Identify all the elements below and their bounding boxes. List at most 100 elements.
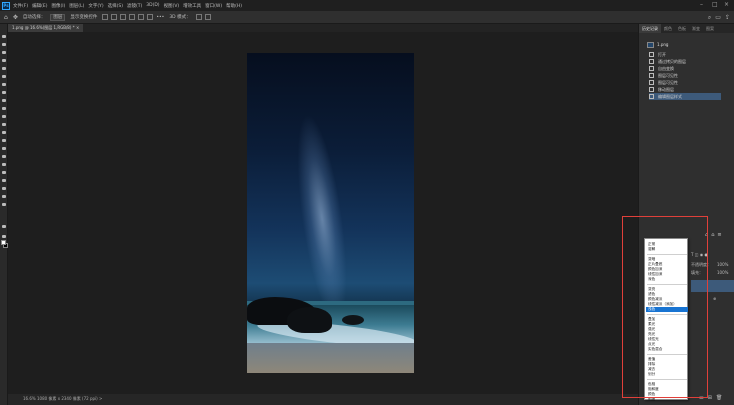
history-item[interactable]: 自由变换	[649, 65, 721, 72]
menu-image[interactable]: 图像(I)	[51, 3, 65, 9]
history-state-icon	[649, 94, 654, 99]
3d-mode-label: 3D 模式：	[169, 15, 191, 20]
home-icon[interactable]: ⌂	[4, 14, 8, 21]
history-state-icon	[649, 59, 654, 64]
lasso-tool-icon[interactable]	[1, 50, 7, 55]
align-right-icon[interactable]	[120, 14, 127, 20]
search-icon[interactable]: ⌕	[708, 14, 711, 22]
move-tool-icon[interactable]	[1, 34, 7, 39]
history-state-icon	[649, 73, 654, 78]
history-state-icon	[649, 66, 654, 71]
quick-mask-icon[interactable]	[1, 224, 7, 229]
canvas-image[interactable]	[247, 53, 414, 373]
menu-bar: Ps 文件(F) 编辑(E) 图像(I) 图层(L) 文字(Y) 选择(S) 滤…	[0, 0, 734, 11]
options-right: ⌕ ▭ ⇪	[708, 14, 730, 22]
workspace-icon[interactable]: ▭	[715, 14, 721, 22]
panel-menu-icon[interactable]: ≡	[717, 232, 721, 238]
menu-3d[interactable]: 3D(D)	[146, 3, 159, 8]
eyedropper-tool-icon[interactable]	[1, 82, 7, 87]
auto-select-label[interactable]: 自动选择：	[23, 14, 46, 20]
history-item[interactable]: 移动图层	[649, 86, 721, 93]
history-state-icon	[649, 52, 654, 57]
more-options-button[interactable]: •••	[156, 15, 164, 20]
history-brush-tool-icon[interactable]	[1, 114, 7, 119]
history-item[interactable]: 图层可见性	[649, 72, 721, 79]
tools-panel	[0, 24, 8, 405]
move-tool-icon[interactable]: ✥	[13, 14, 18, 21]
3d-orbit-icon[interactable]	[195, 14, 202, 20]
align-bottom-icon[interactable]	[147, 14, 154, 20]
menu-type[interactable]: 文字(Y)	[88, 3, 103, 9]
align-center-icon[interactable]	[111, 14, 118, 20]
fill-value[interactable]: 100%	[717, 270, 728, 275]
history-state-icon	[649, 87, 654, 92]
history-item[interactable]: 通过拷贝的图层	[649, 58, 721, 65]
snapshot-label: 1.png	[657, 42, 669, 47]
menu-window[interactable]: 窗口(W)	[205, 3, 222, 9]
align-left-icon[interactable]	[102, 14, 109, 20]
canvas-area[interactable]	[8, 32, 638, 394]
close-tab-icon[interactable]: ×	[76, 25, 79, 30]
type-tool-icon[interactable]	[1, 162, 7, 167]
tab-history[interactable]: 历史记录	[639, 24, 661, 33]
menu-file[interactable]: 文件(F)	[13, 3, 28, 9]
show-transform-checkbox[interactable]: 显示变换控件	[70, 14, 97, 20]
history-item[interactable]: 图层可见性	[649, 79, 721, 86]
menu-filter[interactable]: 滤镜(T)	[127, 3, 142, 9]
menu-edit[interactable]: 编辑(E)	[32, 3, 47, 9]
auto-select-dropdown[interactable]: 图层	[50, 13, 66, 21]
foreground-color-swatch[interactable]	[1, 240, 6, 245]
tab-swatches[interactable]: 色板	[675, 26, 689, 32]
close-window-button[interactable]: ×	[724, 1, 729, 8]
document-tab[interactable]: 1.png @ 16.6%(图层 1,RGB/8) * ×	[8, 24, 84, 32]
dodge-tool-icon[interactable]	[1, 146, 7, 151]
maximize-button[interactable]: □	[712, 1, 718, 8]
align-middle-icon[interactable]	[138, 14, 145, 20]
marquee-tool-icon[interactable]	[1, 42, 7, 47]
hand-tool-icon[interactable]	[1, 186, 7, 191]
snapshot-thumbnail	[647, 41, 654, 48]
eraser-tool-icon[interactable]	[1, 122, 7, 127]
more-tools-icon[interactable]	[1, 202, 7, 207]
photoshop-logo: Ps	[2, 1, 10, 10]
menu-help[interactable]: 帮助(H)	[226, 3, 242, 9]
pen-tool-icon[interactable]	[1, 154, 7, 159]
gradient-tool-icon[interactable]	[1, 130, 7, 135]
crop-tool-icon[interactable]	[1, 66, 7, 71]
brush-tool-icon[interactable]	[1, 98, 7, 103]
share-icon[interactable]: ⇪	[725, 14, 730, 22]
minimize-button[interactable]: –	[700, 1, 703, 8]
tab-gradients[interactable]: 渐变	[689, 26, 703, 32]
delete-layer-icon[interactable]: 🗑	[716, 395, 722, 401]
menu-layer[interactable]: 图层(L)	[69, 3, 84, 9]
healing-tool-icon[interactable]	[1, 90, 7, 95]
layer-effects-icon[interactable]: ⊕	[713, 296, 716, 301]
history-item[interactable]: 打开	[649, 51, 721, 58]
shape-tool-icon[interactable]	[1, 178, 7, 183]
panel-tabs: 历史记录 颜色 色板 渐变 图案	[639, 24, 734, 33]
tab-patterns[interactable]: 图案	[703, 26, 717, 32]
stamp-tool-icon[interactable]	[1, 106, 7, 111]
tab-color[interactable]: 颜色	[661, 26, 675, 32]
menu-view[interactable]: 视图(V)	[164, 3, 180, 9]
milky-way	[287, 111, 357, 325]
zoom-tool-icon[interactable]	[1, 194, 7, 199]
history-item-selected[interactable]: 编辑图层样式	[649, 93, 721, 100]
screen-mode-icon[interactable]	[1, 234, 7, 239]
3d-pan-icon[interactable]	[204, 14, 211, 20]
status-text[interactable]: 16.6% 1080 像素 x 2340 像素 (72 ppi) >	[23, 396, 102, 402]
menu-select[interactable]: 选择(S)	[108, 3, 123, 9]
options-bar: ⌂ ✥ 自动选择： 图层 显示变换控件 ••• 3D 模式： ⌕ ▭ ⇪	[0, 11, 734, 24]
blur-tool-icon[interactable]	[1, 138, 7, 143]
history-snapshot[interactable]: 1.png	[647, 41, 727, 48]
new-layer-icon[interactable]: ⊞	[708, 395, 712, 401]
status-bar: 16.6% 1080 像素 x 2340 像素 (72 ppi) >	[8, 394, 638, 405]
frame-tool-icon[interactable]	[1, 74, 7, 79]
align-top-icon[interactable]	[129, 14, 136, 20]
path-select-tool-icon[interactable]	[1, 170, 7, 175]
rock	[287, 307, 332, 333]
opacity-value[interactable]: 100%	[717, 262, 728, 267]
quick-select-tool-icon[interactable]	[1, 58, 7, 63]
link-icon[interactable]: ⌂	[711, 232, 714, 238]
menu-plugins[interactable]: 增效工具	[183, 3, 201, 9]
